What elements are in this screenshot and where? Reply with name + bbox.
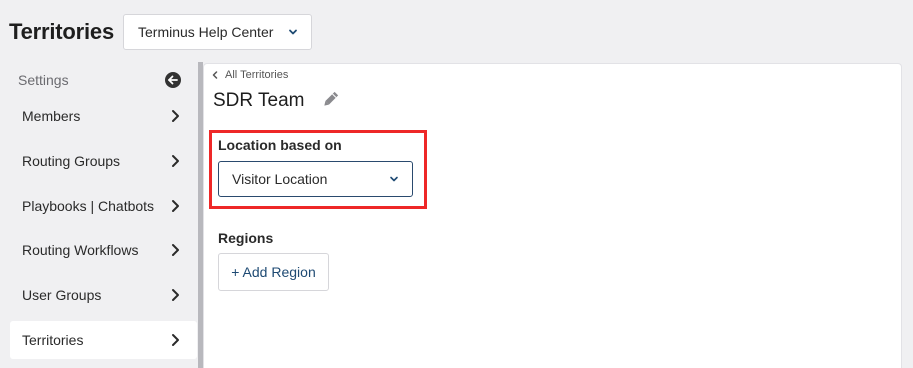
workspace-select-value: Terminus Help Center (138, 24, 274, 40)
workspace-select[interactable]: Terminus Help Center (123, 14, 312, 50)
sidebar-item-members[interactable]: Members (10, 97, 197, 135)
sidebar-item-label: User Groups (22, 287, 102, 303)
sidebar-item-playbooks-chatbots[interactable]: Playbooks | Chatbots (10, 187, 197, 225)
breadcrumb-all-territories[interactable]: All Territories (211, 69, 288, 81)
sidebar-item-label: Routing Workflows (22, 242, 139, 258)
team-title: SDR Team (213, 90, 305, 111)
location-select-value: Visitor Location (232, 171, 328, 187)
circle-arrow-left-icon[interactable] (165, 72, 181, 88)
chevron-down-icon (289, 29, 297, 35)
location-select[interactable]: Visitor Location (218, 161, 413, 197)
chevron-right-icon (172, 289, 179, 301)
page-title: Territories (9, 19, 114, 44)
add-region-button[interactable]: + Add Region (218, 253, 329, 291)
sidebar-item-label: Members (22, 108, 81, 124)
sidebar-item-label: Territories (22, 332, 84, 348)
sidebar-item-label: Playbooks | Chatbots (22, 198, 155, 214)
territory-panel (203, 63, 902, 368)
sidebar-item-territories[interactable]: Territories (10, 321, 197, 359)
location-label: Location based on (218, 137, 342, 153)
pencil-icon[interactable] (320, 91, 340, 109)
chevron-right-icon (172, 155, 179, 167)
chevron-right-icon (172, 200, 179, 212)
breadcrumb-label: All Territories (225, 69, 289, 81)
chevron-right-icon (172, 334, 179, 346)
sidebar-item-routing-workflows[interactable]: Routing Workflows (10, 231, 197, 269)
sidebar-heading: Settings (18, 72, 69, 88)
chevron-right-icon (172, 110, 179, 122)
sidebar-item-routing-groups[interactable]: Routing Groups (10, 142, 197, 180)
regions-label: Regions (218, 230, 274, 246)
sidebar-item-user-groups[interactable]: User Groups (10, 276, 197, 314)
chevron-left-icon (212, 71, 218, 79)
chevron-right-icon (172, 244, 179, 256)
chevron-down-icon (390, 176, 398, 182)
sidebar-item-label: Routing Groups (22, 153, 121, 169)
